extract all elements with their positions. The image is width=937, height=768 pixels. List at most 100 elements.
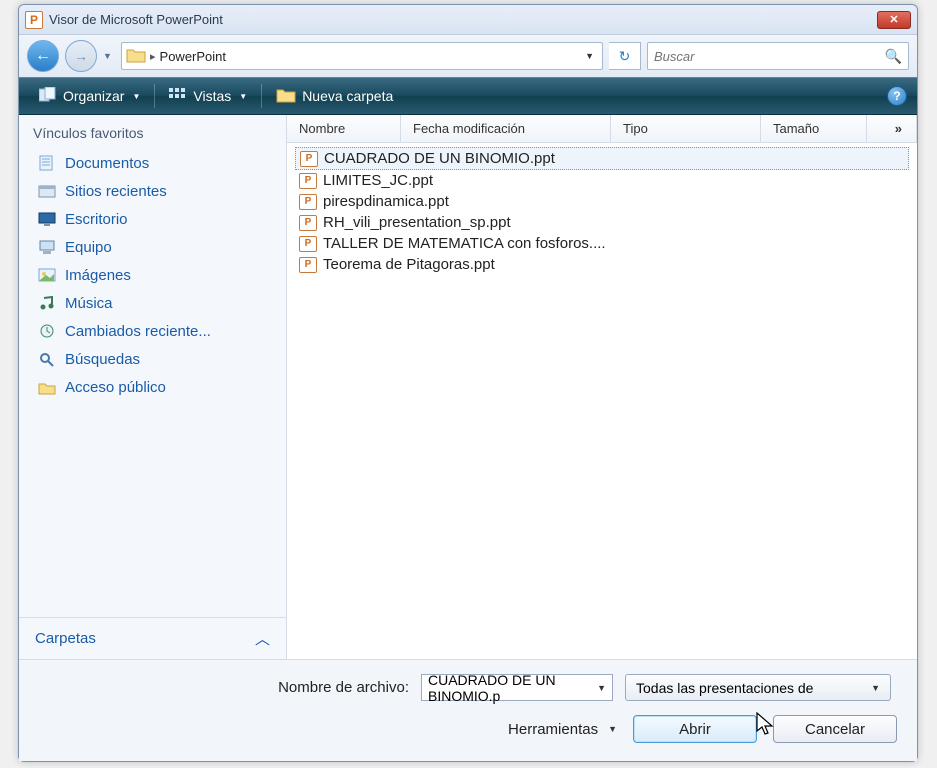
organize-icon (39, 87, 57, 106)
toolbar-separator (261, 84, 262, 108)
file-name: pirespdinamica.ppt (323, 193, 449, 210)
folder-icon (276, 87, 296, 106)
file-row[interactable]: P LIMITES_JC.ppt (295, 170, 909, 191)
desktop-icon (37, 210, 57, 228)
sidebar-item-label: Búsquedas (65, 351, 140, 368)
arrow-left-icon: ← (35, 47, 51, 65)
ppt-file-icon: P (299, 173, 317, 189)
sidebar-item-music[interactable]: Música (19, 289, 286, 317)
file-row[interactable]: Ppirespdinamica.ppt (295, 191, 909, 212)
refresh-button[interactable]: ↻ (609, 42, 641, 70)
sidebar-item-recent-sites[interactable]: Sitios recientes (19, 177, 286, 205)
chevron-down-icon: ▼ (608, 724, 617, 734)
open-file-dialog: P Visor de Microsoft PowerPoint ✕ ← → ▼ … (18, 4, 918, 762)
ppt-file-icon: P (299, 194, 317, 210)
pictures-icon (37, 266, 57, 284)
column-name[interactable]: Nombre (287, 115, 401, 142)
computer-icon (37, 238, 57, 256)
views-icon (169, 88, 187, 105)
folders-label: Carpetas (35, 630, 96, 647)
file-pane: Nombre Fecha modificación Tipo Tamaño » … (287, 115, 917, 659)
sidebar-item-label: Cambiados reciente... (65, 323, 211, 340)
new-folder-label: Nueva carpeta (302, 88, 393, 104)
window-title: Visor de Microsoft PowerPoint (49, 12, 877, 27)
documents-icon (37, 154, 57, 172)
sidebar-item-label: Imágenes (65, 267, 131, 284)
dialog-body: Vínculos favoritos Documentos Sitios reci… (19, 115, 917, 659)
nav-bar: ← → ▼ ▸ PowerPoint ▼ ↻ 🔍 (19, 35, 917, 77)
nav-history-dropdown[interactable]: ▼ (103, 51, 115, 61)
column-overflow[interactable]: » (867, 115, 917, 142)
folders-toggle[interactable]: Carpetas ︿ (19, 617, 286, 659)
search-icon: 🔍 (885, 48, 902, 65)
close-button[interactable]: ✕ (877, 11, 911, 29)
chevron-down-icon: ▼ (132, 92, 140, 101)
arrow-right-icon: → (74, 48, 88, 64)
sidebar-item-label: Sitios recientes (65, 183, 167, 200)
searches-icon (37, 350, 57, 368)
file-row[interactable]: P CUADRADO DE UN BINOMIO.ppt (295, 147, 909, 170)
app-icon: P (25, 11, 43, 29)
column-size[interactable]: Tamaño (761, 115, 867, 142)
search-box[interactable]: 🔍 (647, 42, 909, 70)
cancel-button[interactable]: Cancelar (773, 715, 897, 743)
dialog-footer: Nombre de archivo: CUADRADO DE UN BINOMI… (19, 659, 917, 761)
sidebar-item-label: Música (65, 295, 113, 312)
recent-sites-icon (37, 182, 57, 200)
open-button[interactable]: Abrir (633, 715, 757, 743)
sidebar-item-pictures[interactable]: Imágenes (19, 261, 286, 289)
sidebar-item-label: Escritorio (65, 211, 128, 228)
address-dropdown[interactable]: ▼ (581, 51, 598, 61)
command-toolbar: Organizar ▼ Vistas ▼ Nueva carpeta ? (19, 77, 917, 115)
chevron-down-icon: ▼ (871, 683, 880, 693)
sidebar-item-recently-changed[interactable]: Cambiados reciente... (19, 317, 286, 345)
help-button[interactable]: ? (887, 86, 907, 106)
column-headers: Nombre Fecha modificación Tipo Tamaño » (287, 115, 917, 143)
sidebar-item-computer[interactable]: Equipo (19, 233, 286, 261)
file-name: TALLER DE MATEMATICA con fosforos.... (323, 235, 606, 252)
file-row[interactable]: P TALLER DE MATEMATICA con fosforos.... (295, 233, 909, 254)
filename-value: CUADRADO DE UN BINOMIO.p (428, 672, 597, 704)
tools-menu[interactable]: Herramientas ▼ (508, 721, 617, 738)
sidebar-item-label: Equipo (65, 239, 112, 256)
chevron-down-icon[interactable]: ▼ (597, 683, 606, 693)
column-date[interactable]: Fecha modificación (401, 115, 611, 142)
titlebar: P Visor de Microsoft PowerPoint ✕ (19, 5, 917, 35)
views-button[interactable]: Vistas ▼ (159, 84, 257, 109)
sidebar-header: Vínculos favoritos (19, 115, 286, 147)
file-list[interactable]: P CUADRADO DE UN BINOMIO.ppt P LIMITES_JC.p… (287, 143, 917, 659)
close-icon: ✕ (889, 13, 898, 26)
back-button[interactable]: ← (27, 40, 59, 72)
address-bar[interactable]: ▸ PowerPoint ▼ (121, 42, 603, 70)
new-folder-button[interactable]: Nueva carpeta (266, 83, 403, 110)
sidebar-list: Documentos Sitios recientes Escritorio Equi… (19, 147, 286, 617)
breadcrumb-segment[interactable]: PowerPoint (160, 49, 226, 64)
ppt-file-icon: P (299, 215, 317, 231)
file-row[interactable]: PRH_vili_presentation_sp.ppt (295, 212, 909, 233)
sidebar-item-documents[interactable]: Documentos (19, 149, 286, 177)
file-name: CUADRADO DE UN BINOMIO.ppt (324, 150, 555, 167)
views-label: Vistas (193, 88, 231, 104)
public-icon (37, 378, 57, 396)
sidebar-item-searches[interactable]: Búsquedas (19, 345, 286, 373)
breadcrumb-separator: ▸ (150, 50, 156, 63)
filter-label: Todas las presentaciones de (636, 680, 813, 696)
ppt-file-icon: P (299, 257, 317, 273)
ppt-file-icon: P (299, 236, 317, 252)
column-type[interactable]: Tipo (611, 115, 761, 142)
file-type-filter[interactable]: Todas las presentaciones de ▼ (625, 674, 891, 701)
sidebar-item-public[interactable]: Acceso público (19, 373, 286, 401)
organize-button[interactable]: Organizar ▼ (29, 83, 150, 110)
filename-label: Nombre de archivo: (39, 679, 409, 696)
file-row[interactable]: PTeorema de Pitagoras.ppt (295, 254, 909, 275)
music-icon (37, 294, 57, 312)
forward-button[interactable]: → (65, 40, 97, 72)
toolbar-separator (154, 84, 155, 108)
filename-input[interactable]: CUADRADO DE UN BINOMIO.p ▼ (421, 674, 613, 701)
help-icon: ? (893, 89, 900, 103)
ppt-file-icon: P (300, 151, 318, 167)
organize-label: Organizar (63, 88, 124, 104)
sidebar-item-desktop[interactable]: Escritorio (19, 205, 286, 233)
search-input[interactable] (654, 49, 885, 64)
file-name: LIMITES_JC.ppt (323, 172, 433, 189)
